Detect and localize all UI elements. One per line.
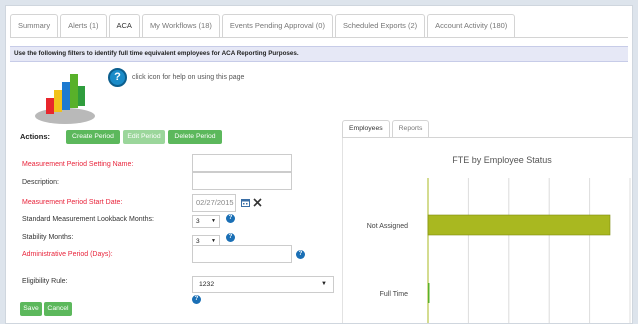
chart-title: FTE by Employee Status: [452, 155, 552, 165]
measurement-period-name-input[interactable]: [192, 154, 292, 172]
delete-period-button[interactable]: Delete Period: [168, 130, 222, 144]
admin-period-label: Administrative Period (Days):: [22, 251, 113, 258]
cancel-button[interactable]: Cancel: [44, 302, 72, 316]
tab-events-pending-approval-0[interactable]: Events Pending Approval (0): [221, 14, 333, 38]
calendar-icon[interactable]: [241, 198, 250, 207]
panel-tab-reports[interactable]: Reports: [391, 120, 430, 138]
start-date-input[interactable]: 02/27/2015: [192, 194, 236, 212]
chart-logo-icon: [35, 74, 95, 124]
eligibility-rule-label: Eligibility Rule:: [22, 278, 68, 285]
chevron-down-icon: ▼: [211, 218, 216, 224]
save-button[interactable]: Save: [20, 302, 42, 316]
admin-period-input[interactable]: [192, 245, 292, 263]
main-panel: Summary Alerts (1) ACA My Workflows (18) Eve…: [5, 5, 633, 324]
edit-period-button[interactable]: Edit Period: [123, 130, 165, 144]
measurement-period-name-label: Measurement Period Setting Name:: [22, 161, 134, 168]
chart-category-label: Full Time: [380, 291, 409, 298]
chart-bar: [427, 214, 611, 236]
chevron-down-icon: ▼: [321, 281, 327, 287]
admin-period-help-icon[interactable]: ?: [296, 250, 305, 259]
actions-label: Actions:: [20, 132, 50, 141]
description-label: Description:: [22, 179, 59, 186]
help-text: click icon for help on using this page: [132, 74, 245, 81]
fte-chart: FTE by Employee Status Not Assigned Full T…: [367, 155, 631, 323]
tabs-divider: [10, 37, 628, 38]
stability-months-value: 3: [196, 238, 200, 245]
stability-help-icon[interactable]: ?: [226, 233, 235, 242]
top-tabs: Summary Alerts (1) ACA My Workflows (18) Eve…: [10, 14, 517, 38]
start-date-label: Measurement Period Start Date:: [22, 199, 123, 206]
description-input[interactable]: [192, 172, 292, 190]
chart-bar: [428, 283, 430, 303]
lookback-help-icon[interactable]: ?: [226, 214, 235, 223]
panel-tabs: Employees Reports: [342, 120, 431, 138]
tab-aca[interactable]: ACA: [108, 14, 140, 38]
eligibility-rule-select[interactable]: 1232 ▼: [192, 276, 334, 293]
filter-instruction: Use the following filters to identify fu…: [10, 46, 628, 62]
clear-date-icon[interactable]: [253, 198, 262, 207]
tab-my-workflows-18[interactable]: My Workflows (18): [141, 14, 220, 38]
tab-account-activity-180[interactable]: Account Activity (180): [427, 14, 516, 38]
create-period-button[interactable]: Create Period: [66, 130, 120, 144]
chart-category-label: Not Assigned: [367, 223, 408, 230]
tab-summary[interactable]: Summary: [10, 14, 59, 38]
lookback-months-label: Standard Measurement Lookback Months:: [22, 216, 154, 223]
lookback-months-select[interactable]: 3 ▼: [192, 215, 220, 228]
eligibility-help-icon[interactable]: ?: [192, 295, 201, 304]
help-icon[interactable]: ?: [108, 68, 127, 87]
stability-months-label: Stability Months:: [22, 234, 74, 241]
tab-scheduled-exports-2[interactable]: Scheduled Exports (2): [334, 14, 426, 38]
eligibility-rule-value: 1232: [199, 281, 215, 288]
panel-tab-employees[interactable]: Employees: [342, 120, 390, 138]
lookback-months-value: 3: [196, 218, 200, 225]
employees-panel: Employees Reports FTE by Employee Status N…: [342, 120, 632, 323]
tab-alerts-1[interactable]: Alerts (1): [60, 14, 107, 38]
